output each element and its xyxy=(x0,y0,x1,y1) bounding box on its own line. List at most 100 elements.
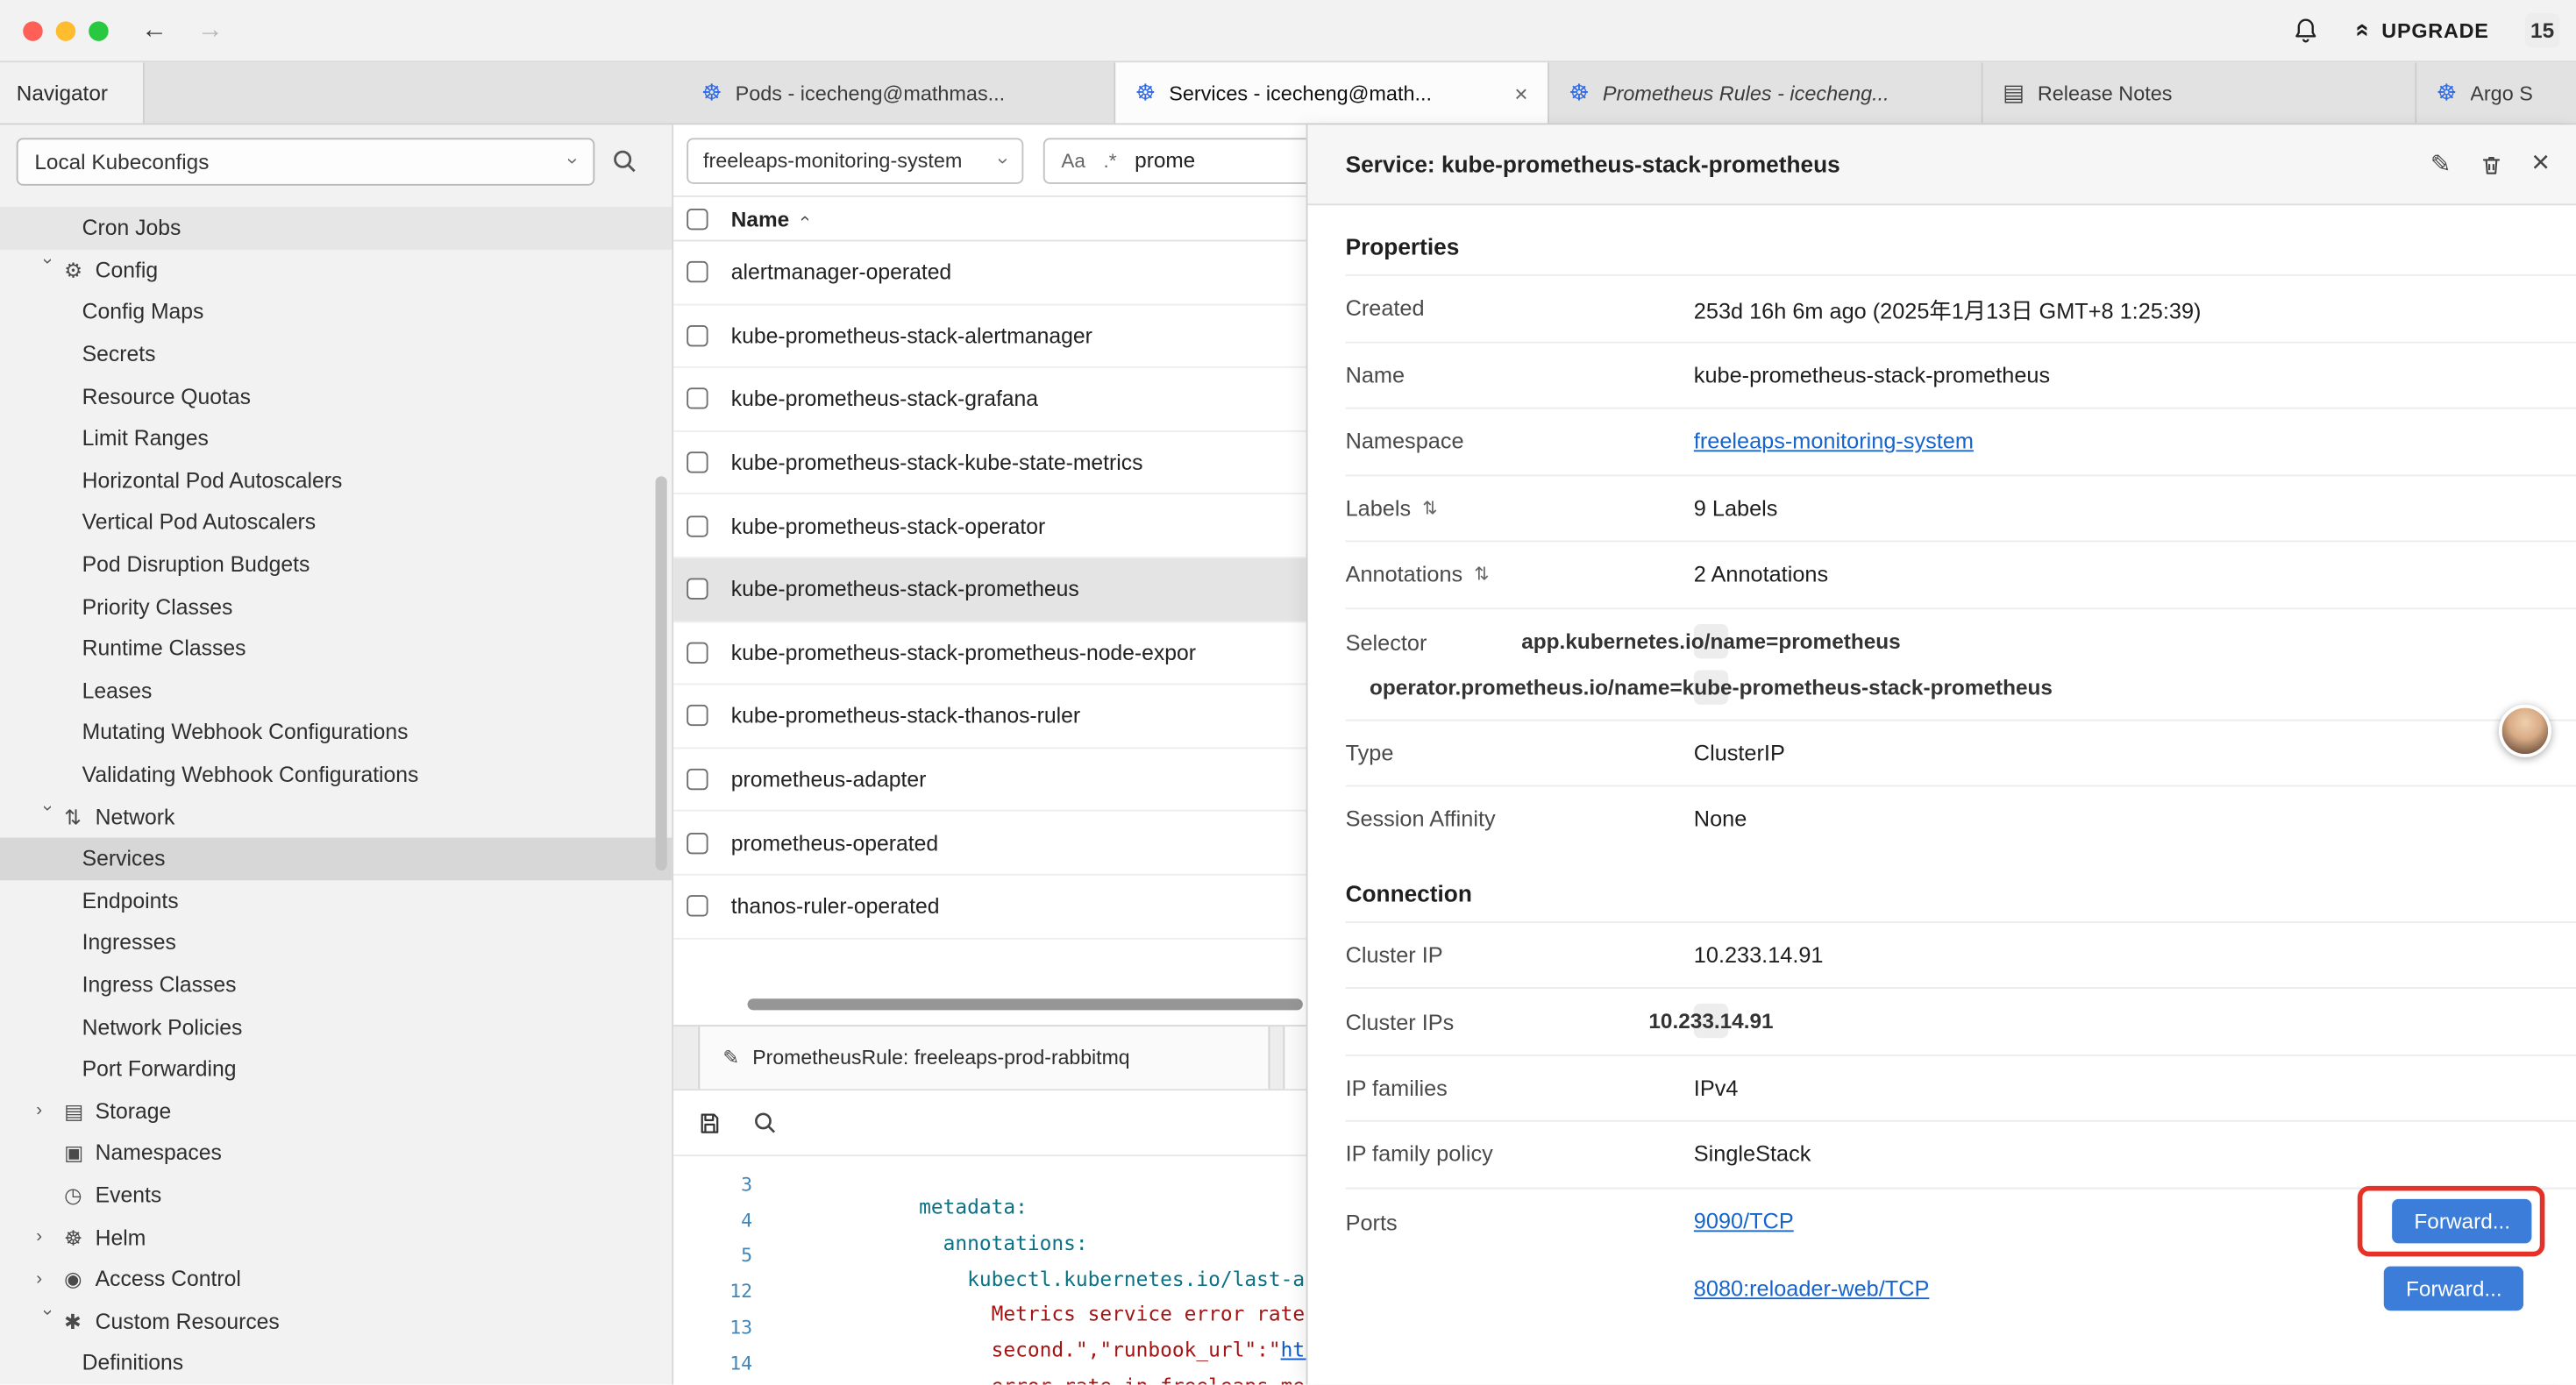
sidebar-item[interactable]: ▣ Namespaces xyxy=(0,1132,672,1174)
editor-dock-tab[interactable]: ✎ PrometheusRule: freeleaps-prod-rabbitm… xyxy=(698,1026,1270,1089)
service-name: alertmanager-operated xyxy=(731,260,951,285)
value-badge: app.kubernetes.io/name=prometheus xyxy=(1694,623,1728,657)
tab[interactable]: ☸ Services - icecheng@math... × xyxy=(1115,62,1549,123)
sidebar-item[interactable]: Network Policies xyxy=(0,1005,672,1048)
port-link[interactable]: 9090/TCP xyxy=(1694,1210,1794,1234)
service-row[interactable]: prometheus-operated xyxy=(673,812,1306,875)
search-icon[interactable] xyxy=(752,1111,777,1135)
minimize-window-button[interactable] xyxy=(56,20,75,39)
close-drawer-icon[interactable]: × xyxy=(2531,146,2550,182)
sidebar-item[interactable]: Cron Jobs xyxy=(0,207,672,249)
port-link[interactable]: 8080:reloader-web/TCP xyxy=(1694,1275,1930,1300)
sidebar-item[interactable]: › ▤ Storage xyxy=(0,1090,672,1132)
service-row[interactable]: prometheus-adapter xyxy=(673,749,1306,812)
close-window-button[interactable] xyxy=(23,20,42,39)
navigator-label: Navigator xyxy=(17,81,108,105)
sidebar-item[interactable]: Port Forwarding xyxy=(0,1048,672,1090)
sidebar-item-label: Ingresses xyxy=(82,930,176,955)
sidebar-item[interactable]: Validating Webhook Configurations xyxy=(0,754,672,796)
sidebar-item[interactable]: Secrets xyxy=(0,333,672,375)
delete-icon[interactable] xyxy=(2479,152,2503,176)
sidebar-item[interactable]: Resource Quotas xyxy=(0,375,672,417)
sidebar-item[interactable]: Endpoints xyxy=(0,879,672,921)
row-checkbox[interactable] xyxy=(687,769,708,790)
window-controls xyxy=(23,20,108,39)
select-all-checkbox[interactable] xyxy=(687,208,708,229)
value-link[interactable]: freeleaps-monitoring-system xyxy=(1694,430,1974,454)
row-checkbox[interactable] xyxy=(687,325,708,346)
sidebar-item[interactable]: Runtime Classes xyxy=(0,628,672,670)
list-toolbar: freeleaps-monitoring-system › Aa .* prom… xyxy=(673,124,1306,196)
tab[interactable]: ☸ Prometheus Rules - icecheng... xyxy=(1549,62,1983,123)
row-checkbox[interactable] xyxy=(687,388,708,409)
sidebar-item[interactable]: Definitions xyxy=(0,1342,672,1384)
service-row[interactable]: kube-prometheus-stack-thanos-ruler xyxy=(673,685,1306,749)
forward-button[interactable]: Forward... xyxy=(2393,1199,2531,1244)
row-checkbox[interactable] xyxy=(687,515,708,536)
row-checkbox[interactable] xyxy=(687,832,708,853)
match-case-toggle[interactable]: Aa xyxy=(1061,149,1085,172)
navigator-pane-tab[interactable]: Navigator xyxy=(0,62,145,123)
save-icon[interactable] xyxy=(696,1110,722,1136)
tab[interactable]: ☸ Pods - icecheng@mathmas... xyxy=(682,62,1116,123)
row-checkbox[interactable] xyxy=(687,451,708,472)
sidebar-item[interactable]: Vertical Pod Autoscalers xyxy=(0,501,672,543)
service-row[interactable]: kube-prometheus-stack-prometheus xyxy=(673,558,1306,621)
forward-button[interactable]: → xyxy=(197,16,224,46)
expander-icon[interactable]: ⇅ xyxy=(1422,497,1437,518)
close-tab-icon[interactable]: × xyxy=(1514,80,1527,106)
service-row[interactable]: thanos-ruler-operated xyxy=(673,876,1306,939)
property-label-cell: Cluster IPs xyxy=(1346,989,1694,1034)
kubeconfig-select[interactable]: Local Kubeconfigs › xyxy=(17,137,595,184)
row-checkbox[interactable] xyxy=(687,642,708,663)
property-row: Cluster IP 10.233.14.91 xyxy=(1346,920,2576,987)
regex-toggle[interactable]: .* xyxy=(1104,149,1117,172)
edit-icon[interactable]: ✎ xyxy=(2430,150,2451,180)
sidebar-item[interactable]: Leases xyxy=(0,670,672,712)
sidebar-item[interactable]: ◷ Events xyxy=(0,1174,672,1216)
row-checkbox[interactable] xyxy=(687,579,708,600)
sidebar-item[interactable]: Pod Disruption Budgets xyxy=(0,543,672,586)
tab[interactable]: ☸ Argo S xyxy=(2416,62,2576,123)
service-row[interactable]: kube-prometheus-stack-operator xyxy=(673,495,1306,558)
search-input[interactable]: Aa .* prome xyxy=(1043,137,1306,182)
zoom-window-button[interactable] xyxy=(89,20,108,39)
sidebar-item[interactable]: › ⇅ Network xyxy=(0,795,672,837)
sidebar-item[interactable]: › ⚙ Config xyxy=(0,249,672,291)
row-checkbox[interactable] xyxy=(687,706,708,727)
name-column-header[interactable]: Name xyxy=(731,206,789,231)
search-icon[interactable] xyxy=(611,148,637,174)
service-row[interactable]: alertmanager-operated xyxy=(673,241,1306,304)
sidebar-item[interactable]: › ☸ Helm xyxy=(0,1216,672,1258)
tab[interactable]: ▤ Release Notes xyxy=(1983,62,2417,123)
sidebar-item[interactable]: Mutating Webhook Configurations xyxy=(0,712,672,754)
sort-asc-icon[interactable]: › xyxy=(795,216,815,222)
expander-icon[interactable]: ⇅ xyxy=(1474,564,1489,585)
sidebar-scrollbar[interactable] xyxy=(656,476,667,870)
upgrade-button[interactable]: « UPGRADE xyxy=(2356,17,2489,45)
service-row[interactable]: kube-prometheus-stack-prometheus-node-ex… xyxy=(673,621,1306,685)
row-checkbox[interactable] xyxy=(687,896,708,917)
notifications-bell-icon[interactable] xyxy=(2292,17,2320,45)
service-row[interactable]: kube-prometheus-stack-kube-state-metrics xyxy=(673,431,1306,494)
sidebar-item[interactable]: Priority Classes xyxy=(0,586,672,628)
forward-button[interactable]: Forward... xyxy=(2385,1266,2523,1310)
row-checkbox[interactable] xyxy=(687,261,708,282)
sidebar-item[interactable]: Limit Ranges xyxy=(0,417,672,459)
namespace-filter-select[interactable]: freeleaps-monitoring-system › xyxy=(687,137,1023,182)
sidebar-item[interactable]: Horizontal Pod Autoscalers xyxy=(0,459,672,501)
sidebar-item[interactable]: Ingresses xyxy=(0,921,672,963)
sidebar-item[interactable]: Services xyxy=(0,837,672,879)
property-value: SingleStack xyxy=(1694,1142,1811,1167)
service-row[interactable]: kube-prometheus-stack-alertmanager xyxy=(673,305,1306,368)
notification-count-badge[interactable]: 15 xyxy=(2525,13,2559,47)
sidebar-item[interactable]: › ✱ Custom Resources xyxy=(0,1300,672,1342)
sidebar-item[interactable]: Config Maps xyxy=(0,291,672,333)
horizontal-scrollbar[interactable] xyxy=(748,998,1303,1010)
sidebar-item[interactable]: › ◉ Access Control xyxy=(0,1258,672,1300)
back-button[interactable]: ← xyxy=(141,16,167,46)
sidebar-item[interactable]: Ingress Classes xyxy=(0,963,672,1005)
details-section: Connection Cluster IP 10.233.14.91 xyxy=(1346,852,2576,1322)
editor-dock-tab[interactable]: ✎ xyxy=(1283,1026,1306,1089)
service-row[interactable]: kube-prometheus-stack-grafana xyxy=(673,368,1306,431)
